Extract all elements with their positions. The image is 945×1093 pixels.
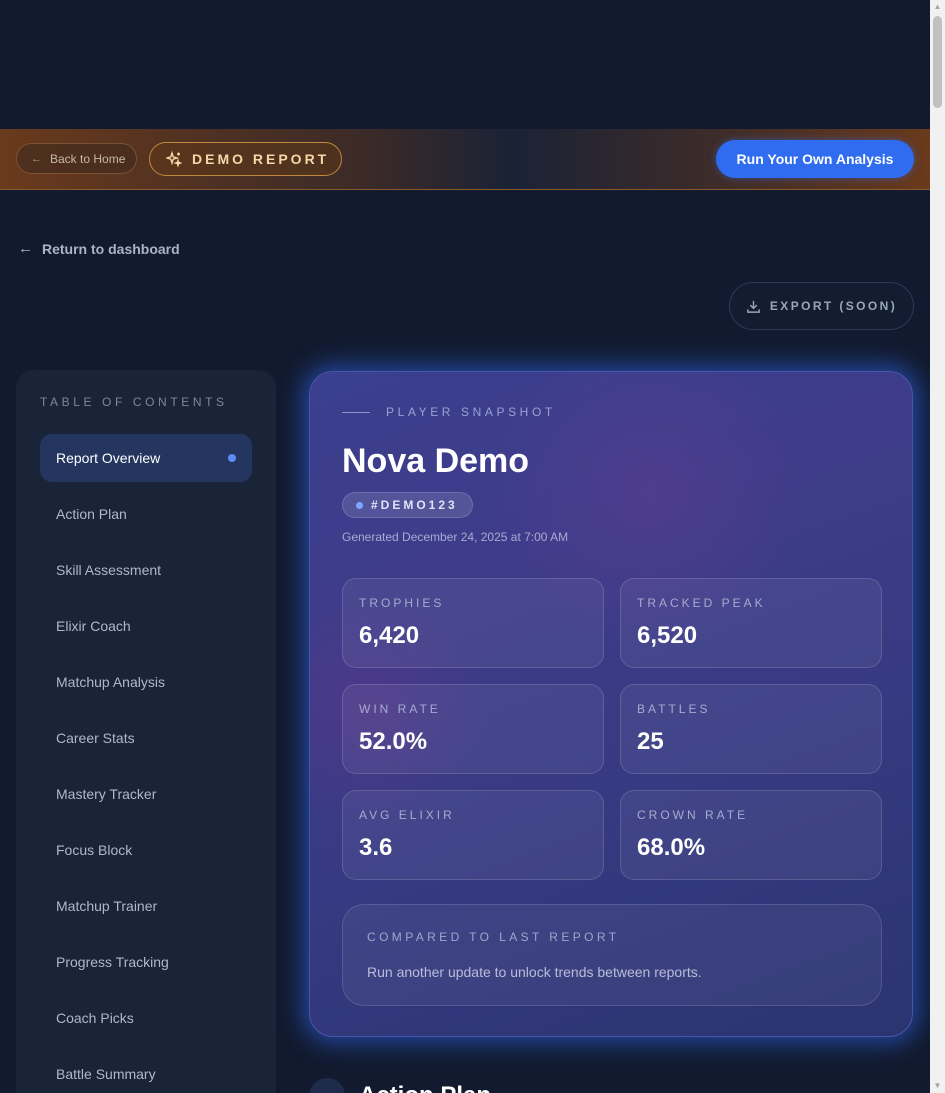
return-to-dashboard-label: Return to dashboard xyxy=(42,240,180,257)
action-plan-section-header: Action Plan xyxy=(309,1078,491,1093)
demo-report-label: DEMO REPORT xyxy=(192,151,330,167)
run-own-analysis-button[interactable]: Run Your Own Analysis xyxy=(716,140,914,178)
stat-label: AVG ELIXIR xyxy=(359,808,455,822)
snapshot-eyebrow-label: PLAYER SNAPSHOT xyxy=(386,405,556,419)
stat-card-win-rate: WIN RATE 52.0% xyxy=(342,684,604,774)
scrollbar-thumb[interactable] xyxy=(933,16,942,108)
toc-item-report-overview[interactable]: Report Overview xyxy=(40,434,252,482)
arrow-left-icon: ← xyxy=(31,152,42,165)
active-indicator-dot xyxy=(228,454,236,462)
export-label: EXPORT (SOON) xyxy=(769,299,898,313)
stat-card-tracked-peak: TRACKED PEAK 6,520 xyxy=(620,578,882,668)
stat-label: TROPHIES xyxy=(359,596,445,610)
stat-grid: TROPHIES 6,420 TRACKED PEAK 6,520 WIN RA… xyxy=(342,578,882,880)
stat-label: CROWN RATE xyxy=(637,808,749,822)
stat-label: TRACKED PEAK xyxy=(637,596,766,610)
stat-value: 68.0% xyxy=(637,834,706,861)
toc-item-label: Elixir Coach xyxy=(56,618,131,634)
back-to-home-button[interactable]: ← Back to Home xyxy=(16,143,137,174)
return-to-dashboard-link[interactable]: ← Return to dashboard xyxy=(18,240,180,257)
toc-item-label: Report Overview xyxy=(56,450,161,466)
page-scrollbar[interactable]: ▲ ▼ xyxy=(930,0,945,1093)
toc-item-label: Focus Block xyxy=(56,842,133,858)
stat-label: WIN RATE xyxy=(359,702,441,716)
scroll-down-arrow-icon[interactable]: ▼ xyxy=(930,1079,945,1093)
page: ← Back to Home DEMO REPORT Run Your Own … xyxy=(0,0,945,1093)
toc-item-label: Battle Summary xyxy=(56,1066,156,1082)
toc-item-elixir-coach[interactable]: Elixir Coach xyxy=(40,602,252,650)
section-title: Action Plan xyxy=(359,1082,491,1093)
scroll-up-arrow-icon[interactable]: ▲ xyxy=(930,0,945,14)
back-to-home-label: Back to Home xyxy=(50,151,126,166)
sparkles-icon xyxy=(166,151,182,167)
toc-item-action-plan[interactable]: Action Plan xyxy=(40,490,252,538)
toc-item-label: Mastery Tracker xyxy=(56,786,157,802)
toc-item-label: Action Plan xyxy=(56,506,127,522)
toc-list: Report Overview Action Plan Skill Assess… xyxy=(40,434,252,1093)
arrow-left-icon: ← xyxy=(18,240,33,257)
player-name: Nova Demo xyxy=(342,442,530,480)
section-icon xyxy=(309,1078,345,1093)
toc-item-label: Career Stats xyxy=(56,730,135,746)
toc-item-label: Matchup Trainer xyxy=(56,898,158,914)
player-snapshot-card: PLAYER SNAPSHOT Nova Demo #DEMO123 Gener… xyxy=(309,371,913,1037)
stat-label: BATTLES xyxy=(637,702,711,716)
demo-banner: ← Back to Home DEMO REPORT Run Your Own … xyxy=(0,129,930,190)
toc-item-focus-block[interactable]: Focus Block xyxy=(40,826,252,874)
tag-dot xyxy=(356,502,363,509)
toc-item-label: Coach Picks xyxy=(56,1010,134,1026)
toc-item-career-stats[interactable]: Career Stats xyxy=(40,714,252,762)
toc-item-matchup-trainer[interactable]: Matchup Trainer xyxy=(40,882,252,930)
player-tag: #DEMO123 xyxy=(371,498,458,512)
stat-value: 3.6 xyxy=(359,834,393,861)
stat-card-avg-elixir: AVG ELIXIR 3.6 xyxy=(342,790,604,880)
stat-card-battles: BATTLES 25 xyxy=(620,684,882,774)
stat-value: 25 xyxy=(637,728,664,755)
toc-item-mastery-tracker[interactable]: Mastery Tracker xyxy=(40,770,252,818)
toc-item-label: Skill Assessment xyxy=(56,562,162,578)
comparison-text: Run another update to unlock trends betw… xyxy=(367,964,702,980)
toc-item-coach-picks[interactable]: Coach Picks xyxy=(40,994,252,1042)
toc-item-skill-assessment[interactable]: Skill Assessment xyxy=(40,546,252,594)
demo-report-badge: DEMO REPORT xyxy=(149,142,342,176)
snapshot-eyebrow: PLAYER SNAPSHOT xyxy=(342,405,556,419)
stat-value: 52.0% xyxy=(359,728,428,755)
stat-value: 6,420 xyxy=(359,622,420,649)
toc-item-label: Progress Tracking xyxy=(56,954,169,970)
toc-item-matchup-analysis[interactable]: Matchup Analysis xyxy=(40,658,252,706)
comparison-panel: COMPARED TO LAST REPORT Run another upda… xyxy=(342,904,882,1006)
player-tag-badge: #DEMO123 xyxy=(342,492,473,518)
stat-card-crown-rate: CROWN RATE 68.0% xyxy=(620,790,882,880)
generated-timestamp: Generated December 24, 2025 at 7:00 AM xyxy=(342,530,569,544)
toc-item-label: Matchup Analysis xyxy=(56,674,165,690)
toc-item-battle-summary[interactable]: Battle Summary xyxy=(40,1050,252,1093)
toc-title: TABLE OF CONTENTS xyxy=(40,395,228,409)
stat-value: 6,520 xyxy=(637,622,698,649)
download-icon xyxy=(747,300,760,313)
export-button[interactable]: EXPORT (SOON) xyxy=(729,282,914,330)
toc-item-progress-tracking[interactable]: Progress Tracking xyxy=(40,938,252,986)
comparison-title: COMPARED TO LAST REPORT xyxy=(367,930,620,944)
eyebrow-divider xyxy=(342,411,370,413)
stat-card-trophies: TROPHIES 6,420 xyxy=(342,578,604,668)
table-of-contents: TABLE OF CONTENTS Report Overview Action… xyxy=(16,370,276,1093)
